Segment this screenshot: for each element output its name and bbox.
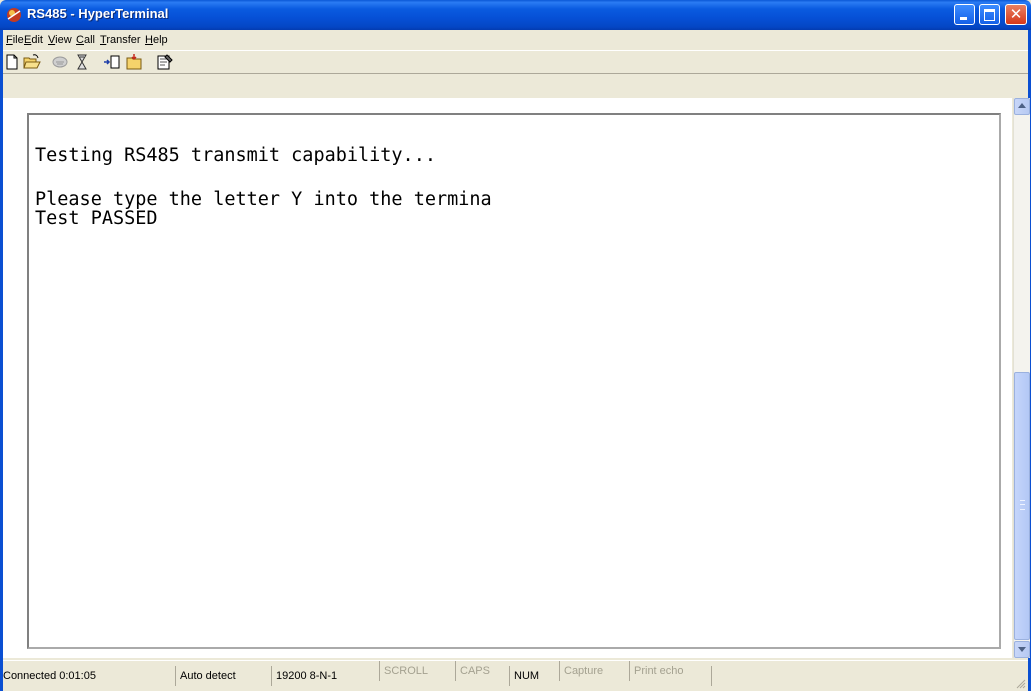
send-file-icon[interactable] [103,53,121,71]
status-connection: Connected 0:01:05 [3,670,96,682]
status-num: NUM [509,666,557,686]
terminal-line: Test PASSED [35,208,158,229]
status-empty-panel [711,666,1011,686]
status-caps: CAPS [455,661,507,681]
chevron-down-icon [1018,647,1026,652]
connect-phone-icon[interactable] [73,53,91,71]
resize-grip-icon[interactable] [1016,679,1026,689]
hyperterminal-app-icon [7,8,21,22]
status-emulation: Auto detect [175,666,271,686]
status-capture: Capture [559,661,627,681]
vertical-scrollbar[interactable] [1013,98,1030,658]
menu-help[interactable]: Help [145,34,168,46]
scrollbar-thumb[interactable] [1014,372,1030,640]
properties-icon[interactable] [156,53,174,71]
terminal-line: Please type the letter Y into the termin… [35,189,492,210]
menu-view[interactable]: View [48,34,72,46]
close-button[interactable]: ✕ [1005,4,1027,25]
terminal-line: Testing RS485 transmit capability... [35,145,436,166]
window-title: RS485 - HyperTerminal [27,6,169,21]
scroll-up-button[interactable] [1014,98,1030,115]
menu-bar: File Edit View Call Transfer Help [3,30,1028,50]
status-settings: 19200 8-N-1 [271,666,371,686]
menu-call[interactable]: Call [76,34,95,46]
status-print-echo: Print echo [629,661,711,681]
menu-file[interactable]: File [6,34,24,46]
toolbar [3,50,1028,74]
menu-edit[interactable]: Edit [24,34,43,46]
open-icon[interactable] [23,53,41,71]
maximize-button[interactable] [979,4,1000,25]
receive-file-icon[interactable] [125,53,143,71]
status-scroll: SCROLL [379,661,453,681]
title-bar[interactable]: RS485 - HyperTerminal ✕ [0,0,1031,30]
grip-icon [1020,500,1025,510]
menu-transfer[interactable]: Transfer [100,34,141,46]
scroll-down-button[interactable] [1014,641,1030,658]
chevron-up-icon [1018,103,1026,108]
close-icon: ✕ [1009,5,1023,23]
disconnect-phone-icon[interactable] [51,53,69,71]
minimize-button[interactable] [954,4,975,25]
terminal-screen[interactable]: Testing RS485 transmit capability... Ple… [27,113,1001,649]
status-bar: Connected 0:01:05 Auto detect 19200 8-N-… [3,660,1028,691]
new-connection-icon[interactable] [3,53,21,71]
